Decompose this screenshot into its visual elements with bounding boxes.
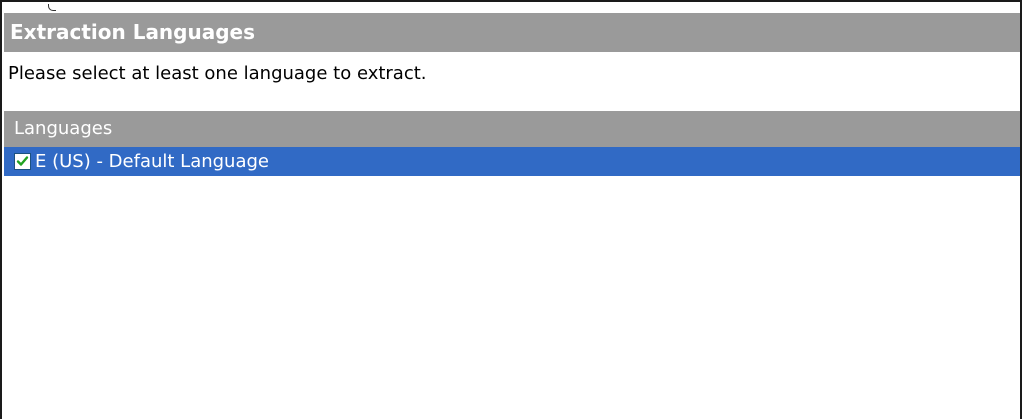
instruction-text: Please select at least one language to e… [8, 63, 427, 84]
languages-column-header[interactable]: Languages [4, 111, 1020, 147]
extraction-languages-panel: Extraction Languages Please select at le… [0, 0, 1022, 419]
language-row-e-us[interactable]: E (US) - Default Language [4, 147, 1020, 176]
language-label: E (US) - Default Language [35, 151, 269, 172]
panel-title: Extraction Languages [4, 13, 1020, 52]
checkbox-checked-icon[interactable] [14, 153, 31, 170]
window-edge-mark [48, 4, 56, 11]
languages-list[interactable]: Languages E (US) - Default Language [4, 107, 1020, 419]
